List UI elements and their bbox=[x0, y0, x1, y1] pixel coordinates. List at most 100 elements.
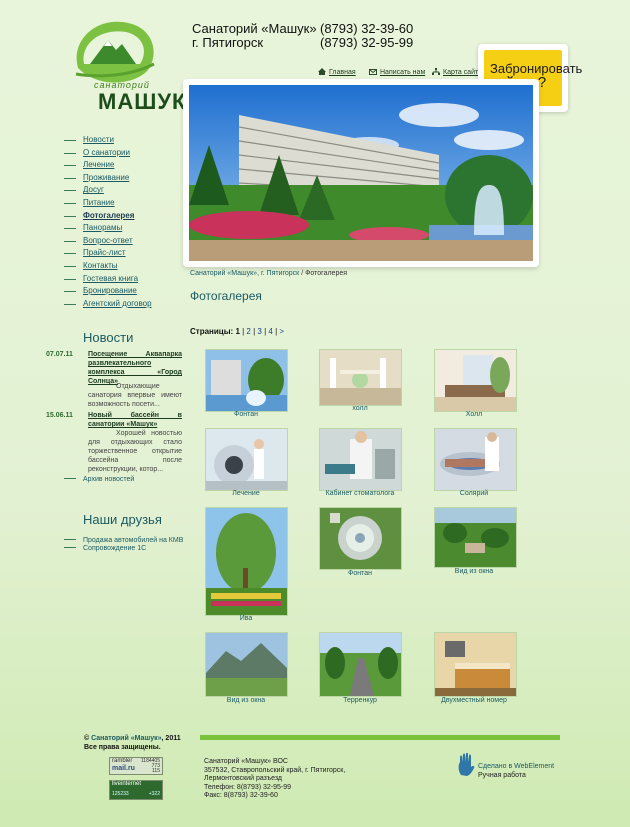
gallery-thumb[interactable] bbox=[319, 428, 402, 491]
friend-link-text[interactable]: Продажа автомобилей на КМВ bbox=[83, 537, 183, 544]
news-archive-link[interactable]: Архив новостей bbox=[83, 476, 134, 483]
menu-dash bbox=[64, 190, 76, 192]
sidebar-item-treatment[interactable]: Лечение bbox=[64, 159, 184, 172]
gallery-caption[interactable]: Фонтан bbox=[305, 570, 415, 577]
menu-link[interactable]: Фотогалерея bbox=[83, 211, 134, 220]
gallery-thumb[interactable] bbox=[434, 507, 517, 568]
copyright-rights: Все права защищены. bbox=[84, 744, 161, 751]
sidebar-item-accommodation[interactable]: Проживание bbox=[64, 172, 184, 185]
pagination-label: Страницы: bbox=[190, 327, 234, 336]
gallery-caption[interactable]: Солярий bbox=[419, 490, 529, 497]
gallery-caption[interactable]: Ива bbox=[191, 615, 301, 622]
menu-link[interactable]: Панорамы bbox=[83, 223, 122, 232]
gallery-thumb[interactable] bbox=[434, 632, 517, 697]
gallery-thumb[interactable] bbox=[205, 632, 288, 697]
menu-dash bbox=[64, 478, 76, 479]
news-title-link[interactable]: Посещение Аквапарка развлекательного ком… bbox=[88, 350, 182, 386]
gallery-caption[interactable]: Терренкур bbox=[305, 697, 415, 704]
menu-dash bbox=[64, 547, 76, 548]
gallery-thumb[interactable] bbox=[205, 349, 288, 412]
gallery-caption[interactable]: Фонтан bbox=[191, 411, 301, 418]
nav-sitemap[interactable]: Карта сайта bbox=[432, 68, 482, 76]
sidebar-item-about[interactable]: О санатории bbox=[64, 147, 184, 160]
sidebar-item-prices[interactable]: Прайс-лист bbox=[64, 247, 184, 260]
menu-dash bbox=[64, 215, 76, 217]
gallery-caption[interactable]: Лечение bbox=[191, 490, 301, 497]
site-logo[interactable]: санаторий МАШУК bbox=[66, 16, 185, 114]
menu-link[interactable]: Бронирование bbox=[83, 286, 137, 295]
friend-link-text[interactable]: Сопровождение 1С bbox=[83, 545, 146, 552]
gallery-thumb[interactable] bbox=[434, 428, 517, 491]
sidebar-item-booking[interactable]: Бронирование bbox=[64, 285, 184, 298]
friend-link[interactable]: Продажа автомобилей на КМВ bbox=[64, 537, 183, 544]
menu-link[interactable]: Новости bbox=[83, 135, 114, 144]
header-name: Санаторий «Машук» г. Пятигорск bbox=[192, 22, 317, 50]
home-icon bbox=[318, 68, 326, 75]
counter-label: mail.ru bbox=[112, 765, 135, 772]
menu-dash bbox=[64, 177, 76, 179]
copyright-link[interactable]: Санаторий «Машук» bbox=[91, 735, 161, 742]
sidebar-item-guestbook[interactable]: Гостевая книга bbox=[64, 273, 184, 286]
sidebar-item-gallery[interactable]: Фотогалерея bbox=[64, 210, 184, 223]
menu-link[interactable]: Лечение bbox=[83, 160, 114, 169]
gallery-caption[interactable]: холл bbox=[305, 405, 415, 412]
gallery-caption[interactable]: Двухместный номер bbox=[419, 697, 529, 704]
sidebar-item-agency[interactable]: Агентский договор bbox=[64, 298, 184, 311]
rambler-counter[interactable]: rambler 1184405 773 115 mail.ru bbox=[109, 757, 163, 775]
gallery-thumb[interactable] bbox=[434, 349, 517, 412]
gallery-caption[interactable]: Вид из окна bbox=[191, 697, 301, 704]
menu-link[interactable]: Гостевая книга bbox=[83, 274, 138, 283]
gallery-thumb[interactable] bbox=[319, 507, 402, 570]
menu-link[interactable]: Прайс-лист bbox=[83, 248, 126, 257]
address-line: Факс: 8(8793) 32-39-60 bbox=[204, 792, 278, 799]
gallery-caption[interactable]: Холл bbox=[419, 411, 529, 418]
news-title-link[interactable]: Новый бассейн в санатории «Машук» bbox=[88, 411, 182, 429]
news-heading: Новости bbox=[83, 330, 134, 345]
sidebar-item-panoramas[interactable]: Панорамы bbox=[64, 222, 184, 235]
news-archive[interactable]: Архив новостей bbox=[64, 476, 134, 483]
liveinternet-counter[interactable]: liveinternet 125233 +322 bbox=[109, 780, 163, 800]
menu-link[interactable]: О санатории bbox=[83, 148, 130, 157]
gallery-caption[interactable]: Кабинет стоматолога bbox=[305, 490, 415, 497]
breadcrumb-home-link[interactable]: Санаторий «Машук», г. Пятигорск bbox=[190, 270, 299, 277]
copyright-year: , 2011 bbox=[161, 735, 181, 742]
menu-link[interactable]: Питание bbox=[83, 198, 115, 207]
pagination: Страницы: 1 | 2 | 3 | 4 | > bbox=[190, 327, 284, 336]
menu-dash bbox=[64, 140, 76, 141]
nav-sitemap-link[interactable]: Карта сайта bbox=[443, 69, 482, 76]
header-name-line2: г. Пятигорск bbox=[192, 35, 264, 50]
news-date: 07.07.11 bbox=[46, 351, 73, 358]
nav-mail[interactable]: Написать нам bbox=[369, 68, 425, 76]
nav-home[interactable]: Главная bbox=[318, 68, 356, 76]
header-name-line1: Санаторий «Машук» bbox=[192, 21, 317, 36]
menu-dash bbox=[64, 291, 76, 293]
sidebar-item-news[interactable]: Новости bbox=[64, 134, 184, 147]
sidebar-item-food[interactable]: Питание bbox=[64, 197, 184, 210]
menu-dash bbox=[64, 152, 76, 154]
gallery-caption[interactable]: Вид из окна bbox=[419, 568, 529, 575]
gallery-thumb[interactable] bbox=[319, 632, 402, 697]
sidebar-item-contacts[interactable]: Контакты bbox=[64, 260, 184, 273]
nav-mail-link[interactable]: Написать нам bbox=[380, 69, 425, 76]
menu-link[interactable]: Контакты bbox=[83, 261, 118, 270]
menu-dash bbox=[64, 228, 76, 230]
menu-dash bbox=[64, 303, 76, 305]
made-by: Сделано в WebElement Ручная работа bbox=[478, 762, 554, 780]
menu-link[interactable]: Досуг bbox=[83, 185, 104, 194]
phone-2: (8793) 32-95-99 bbox=[320, 35, 414, 50]
page-title: Фотогалерея bbox=[190, 289, 262, 303]
gallery-thumb[interactable] bbox=[205, 428, 288, 491]
gallery-thumb[interactable] bbox=[319, 349, 402, 406]
phone-1: (8793) 32-39-60 bbox=[320, 21, 414, 36]
menu-link[interactable]: Агентский договор bbox=[83, 299, 152, 308]
sidebar-item-leisure[interactable]: Досуг bbox=[64, 184, 184, 197]
menu-dash bbox=[64, 539, 76, 540]
sidebar-item-faq[interactable]: Вопрос-ответ bbox=[64, 235, 184, 248]
friend-link[interactable]: Сопровождение 1С bbox=[64, 545, 146, 552]
nav-home-link[interactable]: Главная bbox=[329, 69, 356, 76]
gallery-thumb[interactable] bbox=[205, 507, 288, 616]
pagination-next[interactable]: > bbox=[279, 327, 284, 336]
made-by-link[interactable]: Сделано в WebElement bbox=[478, 763, 554, 770]
menu-link[interactable]: Вопрос-ответ bbox=[83, 236, 133, 245]
menu-link[interactable]: Проживание bbox=[83, 173, 129, 182]
